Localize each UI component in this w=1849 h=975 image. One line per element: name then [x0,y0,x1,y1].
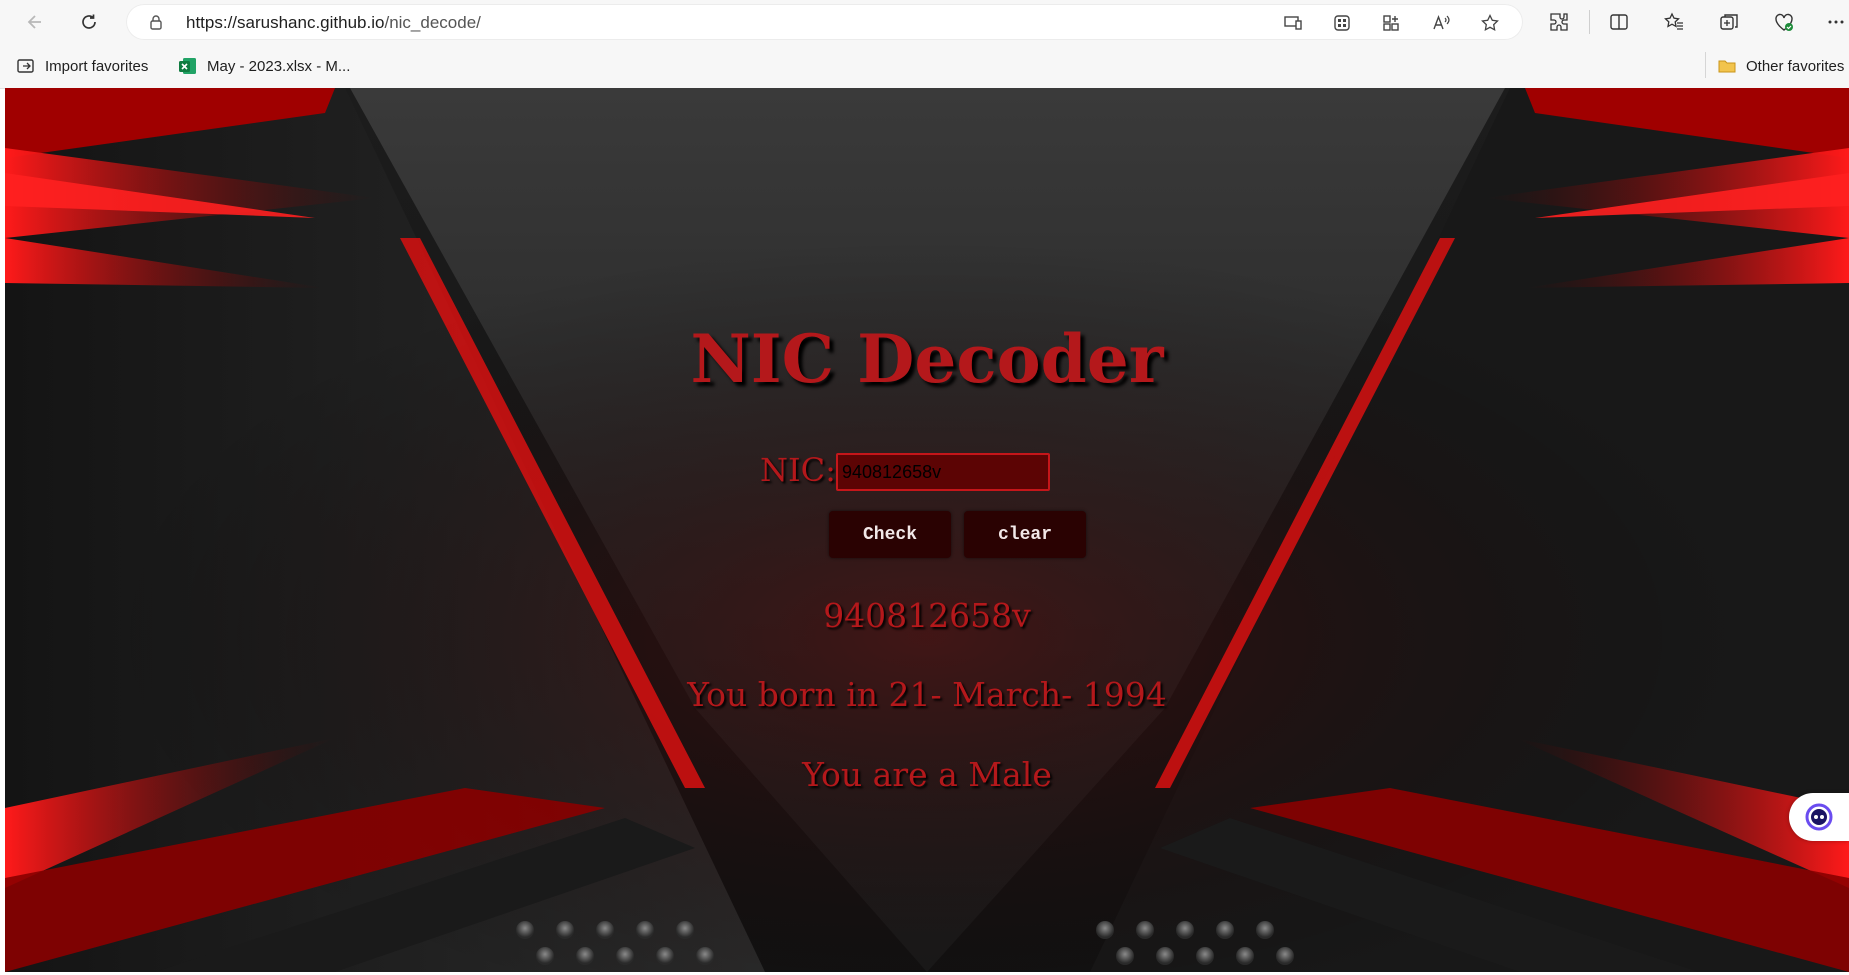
page-title: NIC Decoder [690,320,1164,398]
browser-toolbar: https://sarushanc.github.io/nic_decode/ [0,0,1849,44]
refresh-icon [82,14,96,29]
device-icon[interactable] [1282,12,1304,34]
apps-add-icon[interactable] [1380,12,1402,34]
address-bar[interactable]: https://sarushanc.github.io/nic_decode/ [126,4,1523,40]
copilot-icon [1805,803,1833,831]
favorite-excel[interactable]: May - 2023.xlsx - M... [178,54,350,78]
import-icon [16,56,36,76]
result-birth-date: You born in 21- March- 1994 [687,675,1167,714]
folder-icon [1717,56,1737,76]
extensions-icon[interactable] [1546,9,1572,35]
nic-label: NIC: [760,451,836,489]
favorites-separator [1705,52,1706,78]
collections-icon[interactable] [1716,9,1742,35]
more-menu-icon[interactable] [1823,9,1849,35]
app-grid-icon[interactable] [1331,12,1353,34]
check-button[interactable]: Check [829,511,951,558]
favorites-bar: Import favorites May - 2023.xlsx - M... [0,44,1849,89]
read-aloud-icon[interactable] [1430,12,1452,34]
result-nic: 940812658v [823,596,1031,635]
back-button[interactable] [18,5,52,39]
split-screen-icon[interactable] [1606,9,1632,35]
favorite-star-icon[interactable] [1479,12,1501,34]
toolbar-separator [1589,10,1590,34]
nic-decoder-app: NIC Decoder NIC: Check clear 940812658v … [5,88,1849,972]
lock-icon [150,15,162,30]
page-viewport: NIC Decoder NIC: Check clear 940812658v … [5,88,1849,972]
copilot-side-button[interactable] [1789,793,1849,841]
url-text[interactable]: https://sarushanc.github.io/nic_decode/ [186,13,481,33]
excel-icon [178,56,198,76]
back-arrow-icon [27,15,41,29]
nic-input[interactable] [836,453,1050,491]
favorite-import[interactable]: Import favorites [16,54,148,78]
result-gender: You are a Male [802,755,1052,794]
favorites-list-icon[interactable] [1661,9,1687,35]
refresh-button[interactable] [72,5,106,39]
clear-button[interactable]: clear [964,511,1086,558]
browser-essentials-icon[interactable] [1771,9,1797,35]
other-favorites[interactable]: Other favorites [1717,54,1844,78]
